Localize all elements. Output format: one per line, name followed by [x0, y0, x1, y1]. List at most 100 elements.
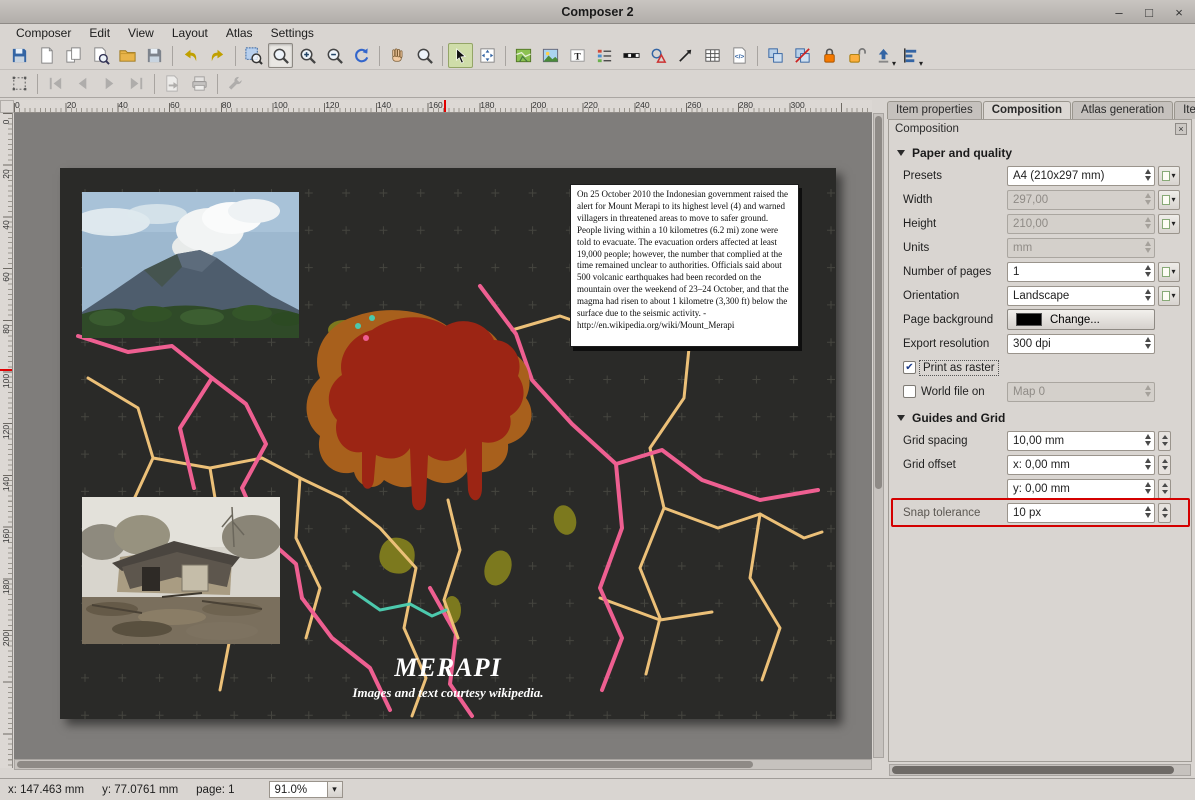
horizontal-ruler[interactable]: 0204060801001201401601802002202402602803… [14, 100, 872, 113]
group-items-button[interactable] [763, 43, 788, 68]
number-of-pages-spinbox[interactable]: 1 [1007, 262, 1155, 282]
scrollbar-thumb[interactable] [17, 761, 753, 768]
minimize-button[interactable]: – [1111, 5, 1127, 20]
print-as-raster-checkbox[interactable]: ✔ [903, 361, 916, 374]
spin-arrows-icon[interactable] [1145, 458, 1151, 470]
redo-button[interactable] [205, 43, 230, 68]
spin-arrows-icon[interactable] [1145, 482, 1151, 494]
merapi-photo-item[interactable] [82, 192, 299, 338]
menu-layout[interactable]: Layout [164, 25, 216, 41]
canvas-horizontal-scrollbar[interactable] [14, 759, 872, 770]
add-attribute-table-button[interactable] [700, 43, 725, 68]
atlas-next-feature-button[interactable] [97, 71, 122, 96]
width-spinbox[interactable]: 297,00 [1007, 190, 1155, 210]
select-move-item-button[interactable] [448, 43, 473, 68]
world-file-map-combobox[interactable]: Map 0 [1007, 382, 1155, 402]
presets-combobox[interactable]: A4 (210x297 mm) [1007, 166, 1155, 186]
grid-offset-x-spinbox[interactable]: x: 0,00 mm [1007, 455, 1155, 475]
zoom-dropdown-icon[interactable]: ▾ [327, 781, 343, 798]
spin-arrows-icon[interactable] [1145, 506, 1151, 518]
presets-data-defined-button[interactable]: ▾ [1158, 166, 1180, 186]
section-paper-and-quality[interactable]: Paper and quality [897, 146, 1185, 160]
units-combobox[interactable]: mm [1007, 238, 1155, 258]
panel-close-button[interactable]: × [1175, 123, 1187, 135]
add-new-scalebar-button[interactable] [619, 43, 644, 68]
save-project-button[interactable] [7, 43, 32, 68]
grid-offset-y-stepper[interactable] [1158, 479, 1171, 499]
snap-tolerance-stepper[interactable] [1158, 503, 1171, 523]
add-image-button[interactable] [538, 43, 563, 68]
atlas-last-feature-button[interactable] [124, 71, 149, 96]
world-file-checkbox[interactable]: ✔ [903, 385, 916, 398]
close-button[interactable]: × [1171, 5, 1187, 20]
scrollbar-thumb[interactable] [892, 766, 1174, 774]
zoom-combobox[interactable]: 91.0% ▾ [269, 781, 343, 798]
zoom-in-button[interactable] [295, 43, 320, 68]
add-arrow-button[interactable] [673, 43, 698, 68]
orientation-data-defined-button[interactable]: ▾ [1158, 286, 1180, 306]
atlas-previous-feature-button[interactable] [70, 71, 95, 96]
atlas-first-feature-button[interactable] [43, 71, 68, 96]
panel-horizontal-scrollbar[interactable] [889, 764, 1191, 776]
combo-arrows-icon[interactable] [1145, 385, 1151, 397]
zoom-full-extent-button[interactable] [241, 43, 266, 68]
composer-manager-button[interactable] [88, 43, 113, 68]
canvas-vertical-scrollbar[interactable] [873, 113, 884, 758]
orientation-combobox[interactable]: Landscape [1007, 286, 1155, 306]
maximize-button[interactable]: □ [1141, 5, 1157, 20]
zoom-100-button[interactable] [268, 43, 293, 68]
menu-atlas[interactable]: Atlas [218, 25, 261, 41]
scrollbar-thumb[interactable] [875, 116, 882, 489]
section-guides-and-grid[interactable]: Guides and Grid [897, 411, 1185, 425]
add-new-label-button[interactable]: T [565, 43, 590, 68]
raise-selected-items-button[interactable]: ▾ [871, 43, 896, 68]
new-composer-button[interactable] [34, 43, 59, 68]
grid-spacing-stepper[interactable] [1158, 431, 1171, 451]
zoom-tool-button[interactable] [412, 43, 437, 68]
pan-tool-button[interactable] [385, 43, 410, 68]
atlas-settings-button[interactable] [223, 71, 248, 96]
menu-edit[interactable]: Edit [81, 25, 118, 41]
preview-atlas-button[interactable] [160, 71, 185, 96]
menu-view[interactable]: View [120, 25, 162, 41]
grid-offset-y-spinbox[interactable]: y: 0,00 mm [1007, 479, 1155, 499]
add-basic-shape-button[interactable] [646, 43, 671, 68]
add-new-map-button[interactable] [511, 43, 536, 68]
undo-button[interactable] [178, 43, 203, 68]
ruins-photo-item[interactable] [82, 497, 280, 644]
spin-arrows-icon[interactable] [1145, 337, 1151, 349]
load-from-template-button[interactable] [115, 43, 140, 68]
grid-spacing-spinbox[interactable]: 10,00 mm [1007, 431, 1155, 451]
move-item-content-button[interactable] [475, 43, 500, 68]
grid-offset-x-stepper[interactable] [1158, 455, 1171, 475]
spin-arrows-icon[interactable] [1145, 217, 1151, 229]
page-background-change-button[interactable]: Change... [1007, 309, 1155, 330]
menu-composer[interactable]: Composer [8, 25, 79, 41]
tab-item-properties[interactable]: Item properties [887, 101, 982, 119]
height-data-defined-button[interactable]: ▾ [1158, 214, 1180, 234]
refresh-view-button[interactable] [349, 43, 374, 68]
lock-selected-items-button[interactable] [817, 43, 842, 68]
width-data-defined-button[interactable]: ▾ [1158, 190, 1180, 210]
page-title-item[interactable]: MERAPI [60, 653, 836, 683]
duplicate-composer-button[interactable] [61, 43, 86, 68]
align-items-button[interactable]: ▾ [898, 43, 923, 68]
snap-tolerance-spinbox[interactable]: 10 px [1007, 503, 1155, 523]
zoom-out-button[interactable] [322, 43, 347, 68]
composer-canvas[interactable]: On 25 October 2010 the Indonesian govern… [14, 113, 872, 768]
menu-settings[interactable]: Settings [263, 25, 322, 41]
height-spinbox[interactable]: 210,00 [1007, 214, 1155, 234]
spin-arrows-icon[interactable] [1145, 434, 1151, 446]
tab-composition[interactable]: Composition [983, 101, 1071, 120]
page-subtitle-item[interactable]: Images and text courtesy wikipedia. [60, 685, 836, 701]
combo-arrows-icon[interactable] [1145, 289, 1151, 301]
select-items-button[interactable] [7, 71, 32, 96]
tab-items[interactable]: Items [1174, 101, 1195, 119]
print-atlas-button[interactable] [187, 71, 212, 96]
spin-arrows-icon[interactable] [1145, 193, 1151, 205]
add-html-frame-button[interactable]: </> [727, 43, 752, 68]
save-as-template-button[interactable] [142, 43, 167, 68]
spin-arrows-icon[interactable] [1145, 265, 1151, 277]
ungroup-items-button[interactable] [790, 43, 815, 68]
combo-arrows-icon[interactable] [1145, 169, 1151, 181]
